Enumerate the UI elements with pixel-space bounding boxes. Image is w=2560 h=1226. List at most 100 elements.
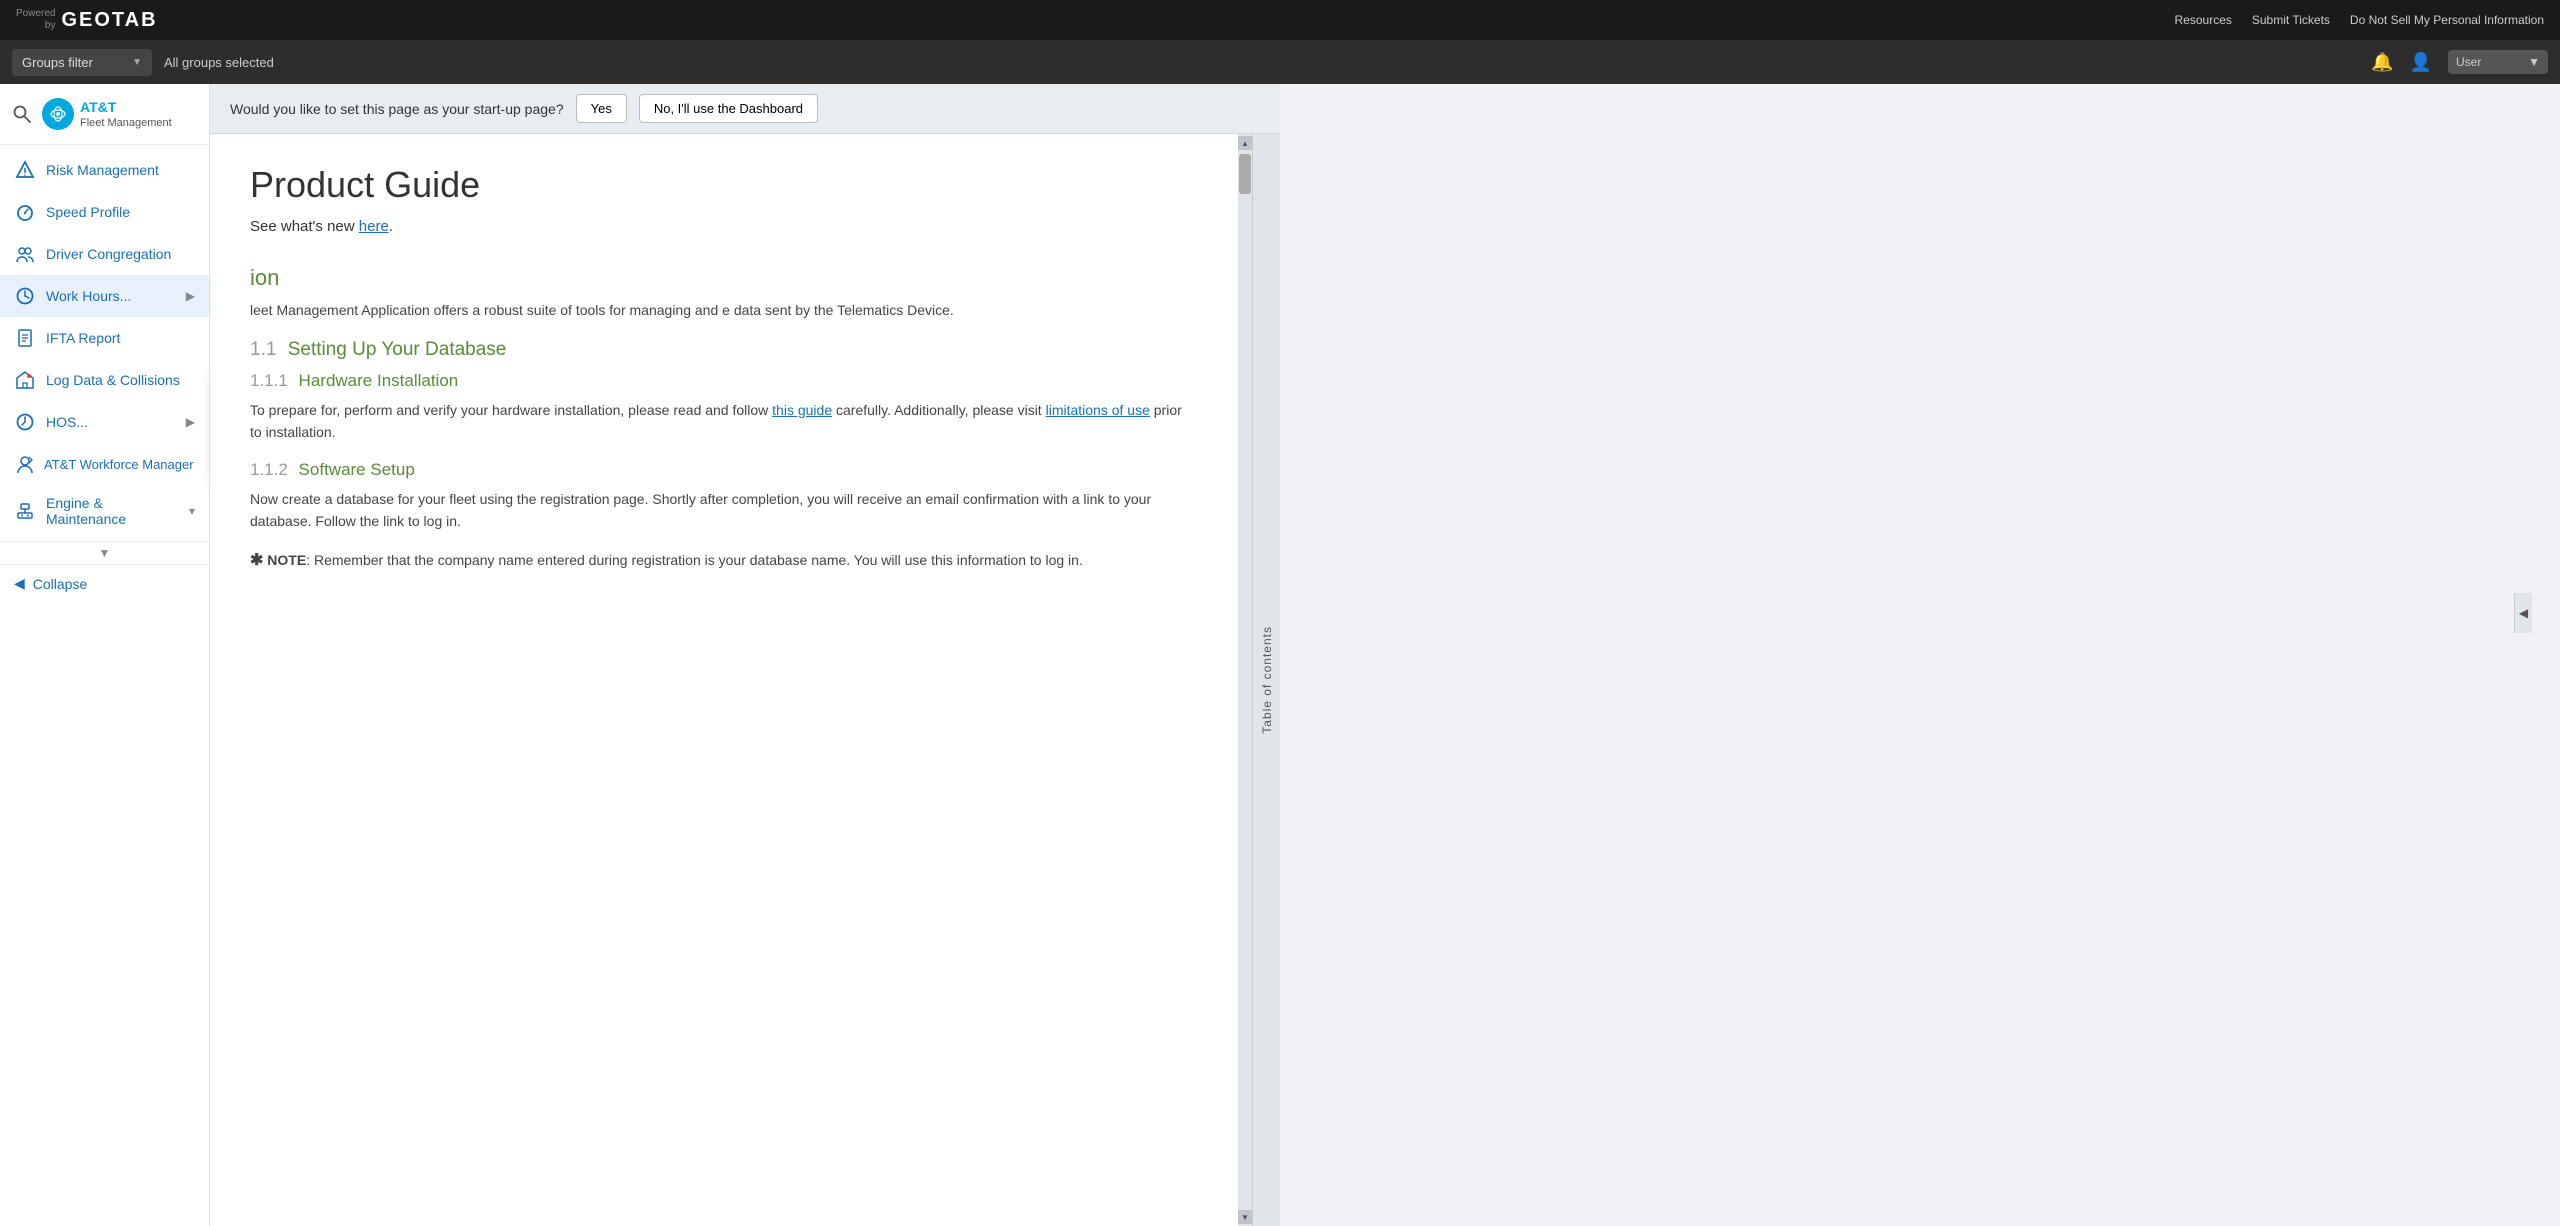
sidebar-item-risk-management[interactable]: Risk Management bbox=[0, 149, 209, 191]
hos-icon bbox=[14, 411, 36, 433]
sidebar-item-label-driver-congregation: Driver Congregation bbox=[46, 246, 195, 262]
user-dropdown-button[interactable]: User ▼ bbox=[2448, 50, 2548, 74]
sidebar-item-engine-maintenance[interactable]: Engine & Maintenance ▾ bbox=[0, 485, 209, 537]
sidebar-item-work-hours[interactable]: Work Hours... ▶ bbox=[0, 275, 209, 317]
brand-logo: Powered by GEOTAB bbox=[16, 8, 158, 32]
section-1-1-1-heading: 1.1.1 Hardware Installation bbox=[250, 371, 1188, 391]
main-layout: AT&T Fleet Management Risk Management Sp… bbox=[0, 84, 1280, 1226]
log-data-icon bbox=[14, 369, 36, 391]
engine-maintenance-icon bbox=[14, 500, 36, 522]
top-navigation-bar: Powered by GEOTAB Resources Submit Ticke… bbox=[0, 0, 2560, 40]
groups-bar-actions: 🔔 👤 User ▼ bbox=[2371, 50, 2548, 74]
scroll-thumb[interactable] bbox=[1239, 154, 1251, 194]
note-star-icon: ✱ bbox=[250, 552, 263, 569]
sidebar-item-label-hos: HOS... bbox=[46, 414, 176, 430]
user-dropdown-chevron-icon: ▼ bbox=[2528, 55, 2540, 69]
main-content-area: Would you like to set this page as your … bbox=[210, 84, 1280, 1226]
section-1-1-1-title: Hardware Installation bbox=[299, 371, 459, 390]
user-avatar-icon[interactable]: 👤 bbox=[2410, 52, 2432, 73]
sidebar-item-driver-congregation[interactable]: Driver Congregation bbox=[0, 233, 209, 275]
note-text-block: ✱ NOTE: Remember that the company name e… bbox=[250, 548, 1188, 574]
intro-section-partial-text: ion bbox=[250, 265, 1188, 291]
groups-filter-label: Groups filter bbox=[22, 55, 93, 70]
risk-management-icon bbox=[14, 159, 36, 181]
powered-by-text: Powered by bbox=[16, 8, 55, 32]
sidebar-item-label-ifta-report: IFTA Report bbox=[46, 330, 195, 346]
toc-label: Table of contents bbox=[1260, 626, 1274, 734]
sidebar-item-log-data[interactable]: Log Data & Collisions bbox=[0, 359, 209, 401]
search-icon[interactable] bbox=[12, 104, 32, 124]
section-1-1-1-num: 1.1.1 bbox=[250, 371, 288, 390]
section-1-1-2-num: 1.1.2 bbox=[250, 460, 288, 479]
sidebar-item-label-work-hours: Work Hours... bbox=[46, 288, 176, 304]
att-circle-icon bbox=[42, 98, 74, 130]
intro-section: ion leet Management Application offers a… bbox=[250, 265, 1188, 323]
sidebar-item-ifta-report[interactable]: IFTA Report bbox=[0, 317, 209, 359]
work-hours-expand-icon: ▶ bbox=[186, 289, 195, 303]
section-setting-up: 1.1 Setting Up Your Database 1.1.1 Hardw… bbox=[250, 339, 1188, 574]
this-guide-link[interactable]: this guide bbox=[772, 402, 832, 418]
do-not-sell-link[interactable]: Do Not Sell My Personal Information bbox=[2350, 13, 2544, 27]
sidebar-item-label-engine: Engine & Maintenance bbox=[46, 495, 179, 527]
subtitle-period: . bbox=[389, 218, 393, 235]
user-name-text: User bbox=[2456, 55, 2522, 69]
section-1-1-num: 1.1 bbox=[250, 339, 276, 360]
startup-page-bar: Would you like to set this page as your … bbox=[210, 84, 1280, 134]
startup-question-text: Would you like to set this page as your … bbox=[230, 101, 564, 117]
table-of-contents-bar[interactable]: Table of contents bbox=[1252, 134, 1280, 1226]
hos-expand-icon: ▶ bbox=[186, 415, 195, 429]
sidebar-item-label-risk-management: Risk Management bbox=[46, 162, 195, 178]
section-1-1-heading: 1.1 Setting Up Your Database bbox=[250, 339, 1188, 361]
top-nav-links: Resources Submit Tickets Do Not Sell My … bbox=[2175, 13, 2544, 27]
groups-filter-chevron-icon: ▼ bbox=[132, 57, 142, 68]
sidebar-item-label-speed-profile: Speed Profile bbox=[46, 204, 195, 220]
geotab-logo-text: GEOTAB bbox=[61, 9, 157, 32]
product-guide-subtitle: See what's new here. bbox=[250, 218, 1188, 235]
groups-filter-button[interactable]: Groups filter ▼ bbox=[12, 49, 152, 76]
hardware-text-2: carefully. Additionally, please visit bbox=[832, 402, 1045, 418]
note-body: : Remember that the company name entered… bbox=[306, 552, 1083, 568]
notification-bell-icon[interactable]: 🔔 bbox=[2371, 52, 2393, 73]
section-1-1-title: Setting Up Your Database bbox=[288, 339, 507, 360]
workforce-manager-icon bbox=[14, 453, 36, 475]
resources-link[interactable]: Resources bbox=[2175, 13, 2232, 27]
driver-congregation-icon bbox=[14, 243, 36, 265]
sidebar-down-chevron-icon: ▼ bbox=[99, 546, 111, 560]
sidebar-collapse-button[interactable]: ◀ Collapse bbox=[0, 564, 209, 602]
scroll-up-arrow[interactable]: ▲ bbox=[1238, 136, 1252, 150]
sidebar: AT&T Fleet Management Risk Management Sp… bbox=[0, 84, 210, 1226]
sidebar-item-label-log-data: Log Data & Collisions bbox=[46, 372, 195, 388]
subtitle-text: See what's new bbox=[250, 218, 359, 235]
groups-filter-bar: Groups filter ▼ All groups selected 🔔 👤 … bbox=[0, 40, 2560, 84]
content-scrollbar[interactable]: ▲ ▼ bbox=[1238, 134, 1252, 1226]
scroll-down-arrow[interactable]: ▼ bbox=[1238, 1210, 1252, 1224]
sidebar-item-hos[interactable]: HOS... ▶ bbox=[0, 401, 209, 443]
engine-expand-icon: ▾ bbox=[189, 504, 195, 518]
speed-profile-icon bbox=[14, 201, 36, 223]
collapse-left-icon: ◀ bbox=[14, 575, 25, 592]
limitations-link[interactable]: limitations of use bbox=[1046, 402, 1150, 418]
all-groups-selected-text: All groups selected bbox=[164, 55, 274, 70]
intro-section-body: leet Management Application offers a rob… bbox=[250, 299, 1188, 323]
section-1-1-1-text: To prepare for, perform and verify your … bbox=[250, 399, 1188, 444]
sidebar-scroll-down[interactable]: ▼ bbox=[0, 541, 209, 564]
scrollable-area: Product Guide See what's new here. ion l… bbox=[210, 134, 1252, 1226]
sidebar-item-label-workforce: AT&T Workforce Manager bbox=[44, 457, 195, 472]
collapse-label: Collapse bbox=[33, 576, 87, 592]
subtitle-here-link[interactable]: here bbox=[359, 218, 389, 235]
content-wrapper: Product Guide See what's new here. ion l… bbox=[210, 134, 1280, 1226]
att-app-name: AT&T Fleet Management bbox=[80, 98, 172, 130]
startup-yes-button[interactable]: Yes bbox=[576, 94, 627, 123]
submit-tickets-link[interactable]: Submit Tickets bbox=[2252, 13, 2330, 27]
sidebar-item-speed-profile[interactable]: Speed Profile bbox=[0, 191, 209, 233]
section-1-1-2-heading: 1.1.2 Software Setup bbox=[250, 460, 1188, 480]
ifta-report-icon bbox=[14, 327, 36, 349]
section-1-1-2-text: Now create a database for your fleet usi… bbox=[250, 488, 1188, 533]
sidebar-header: AT&T Fleet Management bbox=[0, 84, 209, 145]
note-label: NOTE bbox=[267, 552, 306, 568]
sidebar-item-workforce-manager[interactable]: AT&T Workforce Manager bbox=[0, 443, 209, 485]
startup-no-button[interactable]: No, I'll use the Dashboard bbox=[639, 94, 818, 123]
product-guide-title: Product Guide bbox=[250, 164, 1188, 206]
hardware-text-1: To prepare for, perform and verify your … bbox=[250, 402, 772, 418]
work-hours-icon bbox=[14, 285, 36, 307]
